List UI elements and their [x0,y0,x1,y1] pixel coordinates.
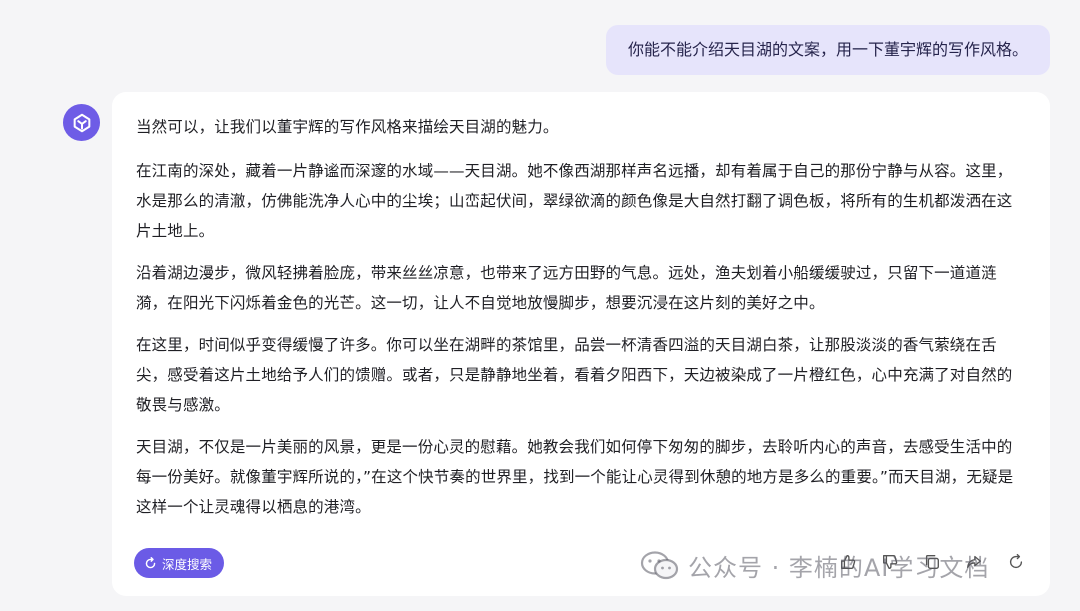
copy-button[interactable] [922,552,942,572]
thumb-down-button[interactable] [880,552,900,572]
thumb-up-button[interactable] [838,552,858,572]
answer-paragraph: 天目湖，不仅是一片美丽的风景，更是一份心灵的慰藉。她教会我们如何停下匆匆的脚步，… [136,438,1014,516]
thumb-up-icon [841,555,856,569]
share-icon [967,555,981,569]
refresh-search-icon [145,556,156,568]
regenerate-icon [1009,553,1023,569]
answer-action-bar [838,552,1026,572]
assistant-logo-icon [73,113,90,132]
answer-intro: 当然可以，让我们以董宇辉的写作风格来描绘天目湖的魅力。 [136,118,559,136]
answer-paragraph: 在江南的深处，藏着一片静谧而深邃的水域——天目湖。她不像西湖那样声名远播，却有着… [136,162,1013,240]
deep-search-button[interactable]: 深度搜索 [134,548,225,578]
user-message-text: 你能不能介绍天目湖的文案，用一下董宇辉的写作风格。 [627,40,1028,59]
answer-paragraph: 沿着湖边漫步，微风轻拂着脸庞，带来丝丝凉意，也带来了远方田野的气息。远处，渔夫划… [136,264,997,312]
answer-paragraph: 在这里，时间似乎变得缓慢了许多。你可以坐在湖畔的茶馆里，品尝一杯清香四溢的天目湖… [136,336,1013,414]
assistant-avatar [63,104,100,141]
answer-body: 当然可以，让我们以董宇辉的写作风格来描绘天目湖的魅力。 在江南的深处，藏着一片静… [136,112,1026,522]
assistant-answer-card: 当然可以，让我们以董宇辉的写作风格来描绘天目湖的魅力。 在江南的深处，藏着一片静… [112,92,1050,596]
share-button[interactable] [964,552,984,572]
user-message-bubble: 你能不能介绍天目湖的文案，用一下董宇辉的写作风格。 [605,25,1050,75]
regenerate-button[interactable] [1006,552,1026,572]
deep-search-label: 深度搜索 [162,556,213,572]
thumb-down-icon [883,555,898,569]
copy-icon [925,555,939,569]
